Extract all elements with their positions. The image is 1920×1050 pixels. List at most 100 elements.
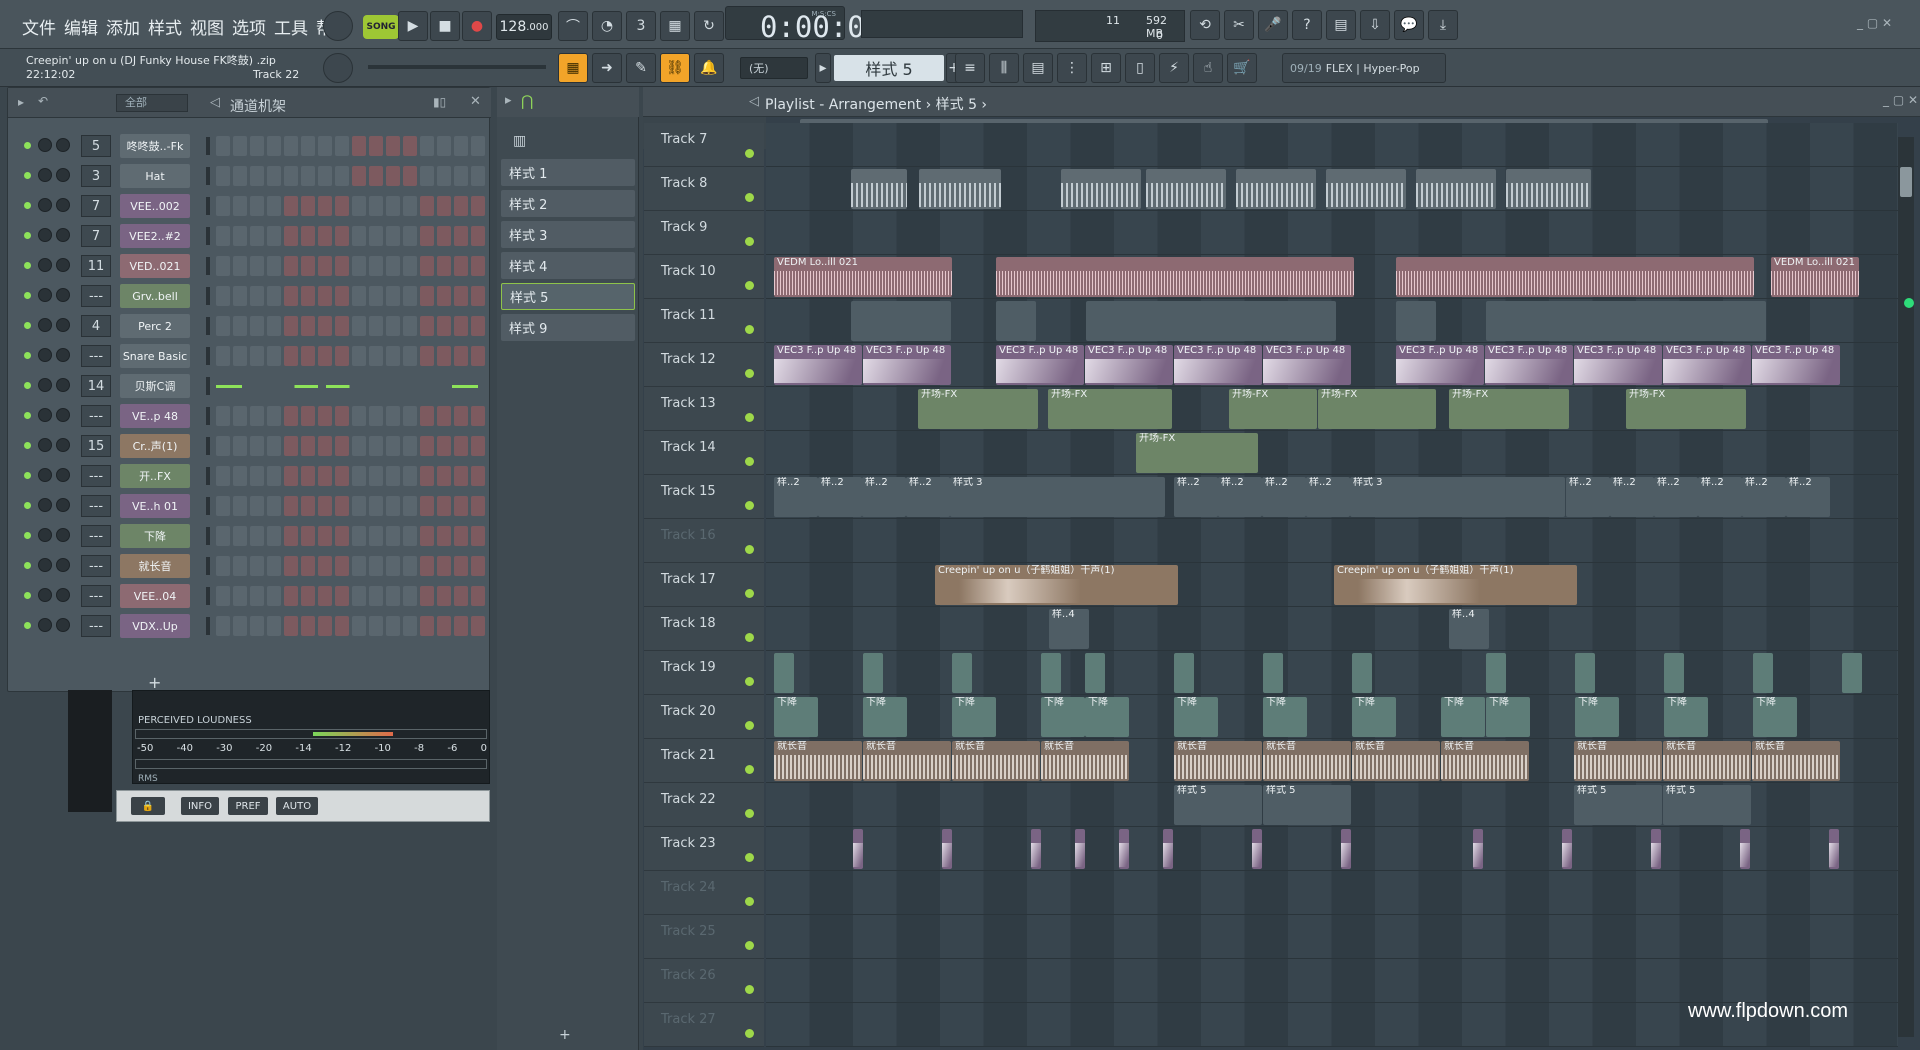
step-button[interactable] [369, 406, 383, 426]
step-button[interactable] [267, 616, 281, 636]
playlist-clip[interactable] [1163, 829, 1173, 869]
step-button[interactable] [369, 496, 383, 516]
channel-volume-knob[interactable] [56, 378, 70, 392]
track-lane[interactable] [766, 211, 1898, 255]
step-button[interactable] [233, 196, 247, 216]
channel-mixer-track[interactable]: --- [81, 495, 111, 517]
playlist-clip[interactable] [1146, 169, 1226, 209]
track-header[interactable]: Track 16 [644, 519, 764, 563]
channel-pan-knob[interactable] [38, 318, 52, 332]
step-button[interactable] [471, 556, 485, 576]
track-header[interactable]: Track 14 [644, 431, 764, 475]
touch-controller-button[interactable]: ☝ [1193, 53, 1223, 83]
step-button[interactable] [403, 436, 417, 456]
channel-volume-knob[interactable] [56, 348, 70, 362]
track-mute-led[interactable] [745, 369, 754, 378]
track-mute-led[interactable] [745, 677, 754, 686]
step-button[interactable] [420, 616, 434, 636]
playlist-clip[interactable]: 就长音 [1174, 741, 1262, 781]
channel-select-bar[interactable] [206, 347, 210, 365]
channel-pan-knob[interactable] [38, 168, 52, 182]
step-button[interactable] [386, 346, 400, 366]
channel-mute-led[interactable] [24, 322, 31, 329]
step-button[interactable] [369, 166, 383, 186]
playlist-clip[interactable]: 样..2 [862, 477, 906, 517]
playlist-clip[interactable] [919, 169, 1001, 209]
playlist-clip[interactable]: 下降 [1041, 697, 1085, 737]
channel-mixer-track[interactable]: 5 [81, 135, 111, 157]
channel-mixer-track[interactable]: --- [81, 285, 111, 307]
playlist-clip[interactable]: 样式 5 [1263, 785, 1351, 825]
step-button[interactable] [352, 256, 366, 276]
channel-name-button[interactable]: VE..h 01 [120, 494, 190, 518]
track-header[interactable]: Track 7 [644, 123, 764, 167]
channel-name-button[interactable]: Hat [120, 164, 190, 188]
step-button[interactable] [352, 286, 366, 306]
playlist-clip[interactable] [1562, 829, 1572, 869]
step-button[interactable] [318, 526, 332, 546]
channel-volume-knob[interactable] [56, 408, 70, 422]
step-button[interactable] [233, 286, 247, 306]
track-header[interactable]: Track 17 [644, 563, 764, 607]
playlist-clip[interactable]: 就长音 [952, 741, 1040, 781]
step-button[interactable] [454, 556, 468, 576]
step-button[interactable] [420, 556, 434, 576]
step-button[interactable] [437, 436, 451, 456]
channel-select-bar[interactable] [206, 467, 210, 485]
step-button[interactable] [216, 226, 230, 246]
step-button[interactable] [250, 526, 264, 546]
playlist-clip[interactable] [1575, 653, 1595, 693]
playlist-clip[interactable] [1086, 301, 1336, 341]
step-button[interactable] [420, 166, 434, 186]
track-lane[interactable]: 样式 5 样式 5 样式 5 样式 5 [766, 783, 1898, 827]
channel-name-button[interactable]: Cr..声(1) [120, 434, 190, 458]
step-button[interactable] [250, 286, 264, 306]
step-button[interactable] [335, 226, 349, 246]
step-button[interactable] [352, 346, 366, 366]
channel-select-bar[interactable] [206, 167, 210, 185]
playlist-clip[interactable]: 就长音 [863, 741, 951, 781]
step-button[interactable] [318, 586, 332, 606]
channel-volume-knob[interactable] [56, 228, 70, 242]
add-pattern-plus[interactable]: + [559, 1027, 571, 1043]
step-button[interactable] [335, 436, 349, 456]
playlist-clip[interactable]: 开场-FX [1136, 433, 1258, 473]
step-button[interactable] [437, 226, 451, 246]
step-button[interactable] [437, 496, 451, 516]
step-button[interactable] [420, 586, 434, 606]
channel-mixer-track[interactable]: 4 [81, 315, 111, 337]
step-button[interactable] [267, 406, 281, 426]
channel-mixer-track[interactable]: --- [81, 585, 111, 607]
channel-rack-button[interactable]: ⫼ [989, 53, 1019, 83]
menu-file[interactable]: 文件 [22, 14, 56, 39]
step-button[interactable] [250, 196, 264, 216]
playlist-clip[interactable]: 下降 [1575, 697, 1619, 737]
channel-pan-knob[interactable] [38, 258, 52, 272]
step-button[interactable] [437, 256, 451, 276]
channel-volume-knob[interactable] [56, 318, 70, 332]
playlist-clip[interactable]: VEC3 F..p Up 48 [1663, 345, 1751, 385]
track-mute-led[interactable] [745, 237, 754, 246]
track-lane[interactable]: 开场-FX 开场-FX 开场-FX 开场-FX 开场-FX 开场-FX [766, 387, 1898, 431]
channel-row[interactable]: 11 VED..021 [16, 251, 486, 281]
step-button[interactable] [335, 196, 349, 216]
track-header[interactable]: Track 15 [644, 475, 764, 519]
shop-button[interactable]: 🛒 [1227, 53, 1257, 83]
step-button[interactable] [403, 526, 417, 546]
step-button[interactable] [284, 586, 298, 606]
track-header[interactable]: Track 21 [644, 739, 764, 783]
mixer-button[interactable]: ≡ [955, 53, 985, 83]
step-button[interactable] [420, 286, 434, 306]
channel-row[interactable]: --- Grv..bell [16, 281, 486, 311]
track-lane[interactable]: VEDM Lo..ill 021 VEDM Lo..ill 021 [766, 255, 1898, 299]
auto-button[interactable]: AUTO [276, 797, 318, 815]
track-header[interactable]: Track 20 [644, 695, 764, 739]
step-button[interactable] [454, 196, 468, 216]
step-button[interactable] [420, 496, 434, 516]
flex-preset-box[interactable]: 09/19 FLEX | Hyper-Pop [1282, 53, 1446, 83]
loop-record-button[interactable]: ↻ [694, 11, 724, 41]
playlist-clip[interactable]: 下降 [1174, 697, 1218, 737]
step-button[interactable] [301, 166, 315, 186]
track-mute-led[interactable] [745, 721, 754, 730]
snap-link-button[interactable]: ⛓ [660, 53, 690, 83]
